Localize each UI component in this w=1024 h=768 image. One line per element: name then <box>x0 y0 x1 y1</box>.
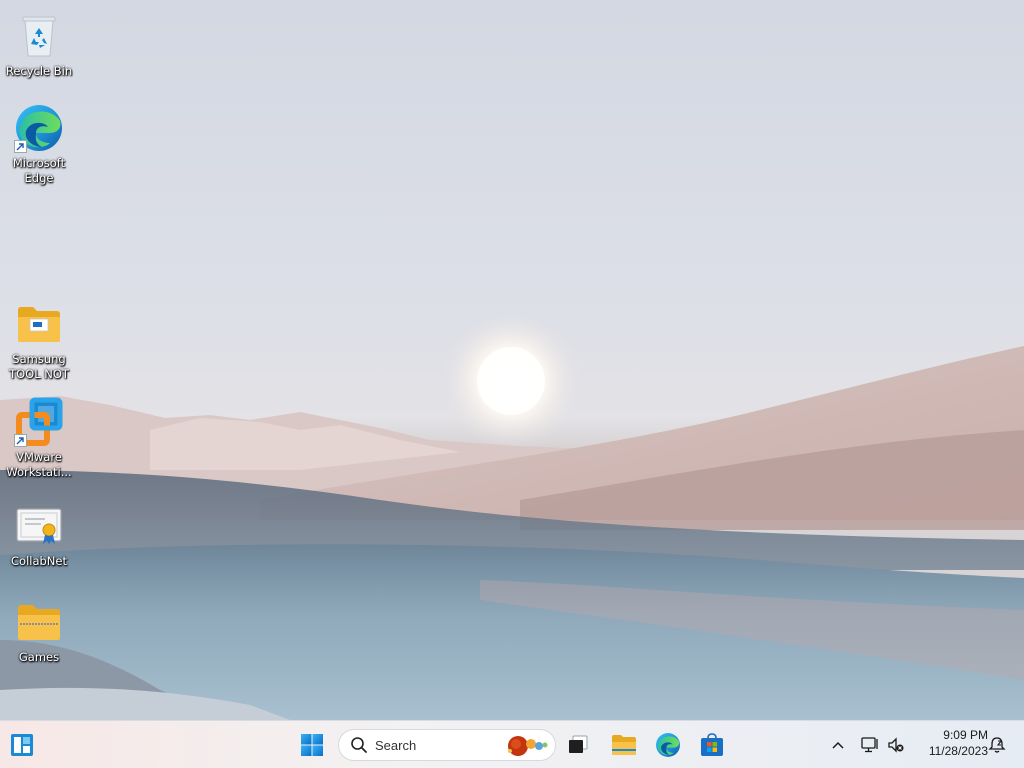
windows-start-icon <box>301 734 323 756</box>
search-icon <box>349 735 369 755</box>
clock-time: 9:09 PM <box>943 728 988 742</box>
search-placeholder: Search <box>375 737 417 753</box>
edge-icon <box>656 733 680 757</box>
edge-taskbar-button[interactable] <box>648 725 688 765</box>
certificate-icon <box>13 500 65 552</box>
task-view-button[interactable] <box>558 725 598 765</box>
desktop-icon-recycle-bin[interactable]: Recycle Bin <box>5 10 73 79</box>
recycle-bin-icon <box>13 10 65 62</box>
widgets-icon <box>11 734 33 756</box>
file-explorer-button[interactable] <box>604 725 644 765</box>
taskbar-clock[interactable]: 9:09 PM 11/28/2023 <box>912 727 988 759</box>
network-status-button[interactable] <box>858 721 882 768</box>
desktop-icon-microsoft-edge[interactable]: Microsoft Edge <box>5 102 73 185</box>
vmware-icon <box>13 396 65 448</box>
microsoft-store-button[interactable] <box>692 725 732 765</box>
file-explorer-icon <box>612 735 636 755</box>
desktop-icon-label: Recycle Bin <box>5 64 73 78</box>
desktop-icon-label: VMware Workstati... <box>6 450 72 479</box>
desktop-icon-games[interactable]: Games <box>5 596 73 665</box>
widgets-button[interactable] <box>2 725 42 765</box>
shortcut-arrow-icon <box>14 140 27 153</box>
zip-folder-icon <box>13 596 65 648</box>
desktop-icon-label: Samsung TOOL NOT <box>9 352 69 381</box>
desktop-icon-label: Microsoft Edge <box>12 156 66 185</box>
desktop-icon-label: Games <box>18 650 60 664</box>
notification-bell-icon <box>988 737 1006 753</box>
edge-icon <box>13 102 65 154</box>
volume-button[interactable] <box>884 721 908 768</box>
desktop-icon-collabnet[interactable]: CollabNet <box>5 500 73 569</box>
volume-muted-icon <box>888 737 904 753</box>
clock-date: 11/28/2023 <box>928 744 988 758</box>
taskbar-search-box[interactable]: Search <box>338 729 556 761</box>
desktop-icon-samsung-tool-not[interactable]: Samsung TOOL NOT <box>5 298 73 381</box>
desktop-wallpaper <box>0 0 1024 720</box>
shortcut-arrow-icon <box>14 434 27 447</box>
chevron-up-icon <box>832 741 844 749</box>
search-highlight-icon <box>505 733 549 759</box>
microsoft-store-icon <box>701 733 723 756</box>
desktop-icon-vmware[interactable]: VMware Workstati... <box>5 396 73 479</box>
start-button[interactable] <box>292 725 332 765</box>
taskbar: Search 9:09 PM 11/28/2023 <box>0 720 1024 768</box>
tray-overflow-button[interactable] <box>826 721 850 768</box>
notification-center-button[interactable] <box>986 721 1008 768</box>
folder-icon <box>13 298 65 350</box>
desktop-icon-label: CollabNet <box>11 554 67 568</box>
task-view-icon <box>569 735 588 753</box>
monitor-network-icon <box>861 737 878 753</box>
